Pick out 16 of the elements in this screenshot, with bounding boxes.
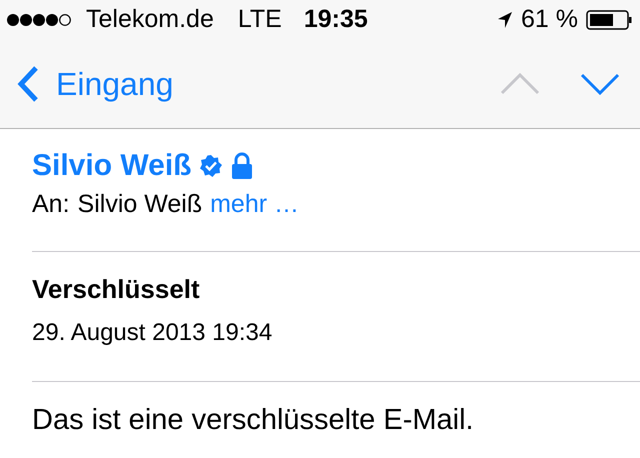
back-chevron-icon <box>16 65 40 103</box>
location-arrow-icon <box>497 11 514 29</box>
clock-time: 19:35 <box>304 4 368 36</box>
battery-icon <box>586 10 632 30</box>
back-button[interactable]: Eingang <box>16 60 174 108</box>
more-link[interactable]: mehr … <box>210 192 299 217</box>
email-date: 29. August 2013 19:34 <box>32 321 274 345</box>
battery-percentage: 61 % <box>521 4 578 36</box>
email-subject: Verschlüsselt <box>32 276 201 302</box>
network-type: LTE <box>238 4 282 36</box>
recipient-name[interactable]: Silvio Weiß <box>78 192 202 217</box>
next-message-button[interactable] <box>580 71 620 97</box>
sender-name[interactable]: Silvio Weiß <box>32 151 192 181</box>
carrier-name: Telekom.de <box>86 4 214 36</box>
email-body: Das ist eine verschlüsselte E-Mail. <box>32 406 475 435</box>
recipient-label: An: <box>32 192 70 217</box>
